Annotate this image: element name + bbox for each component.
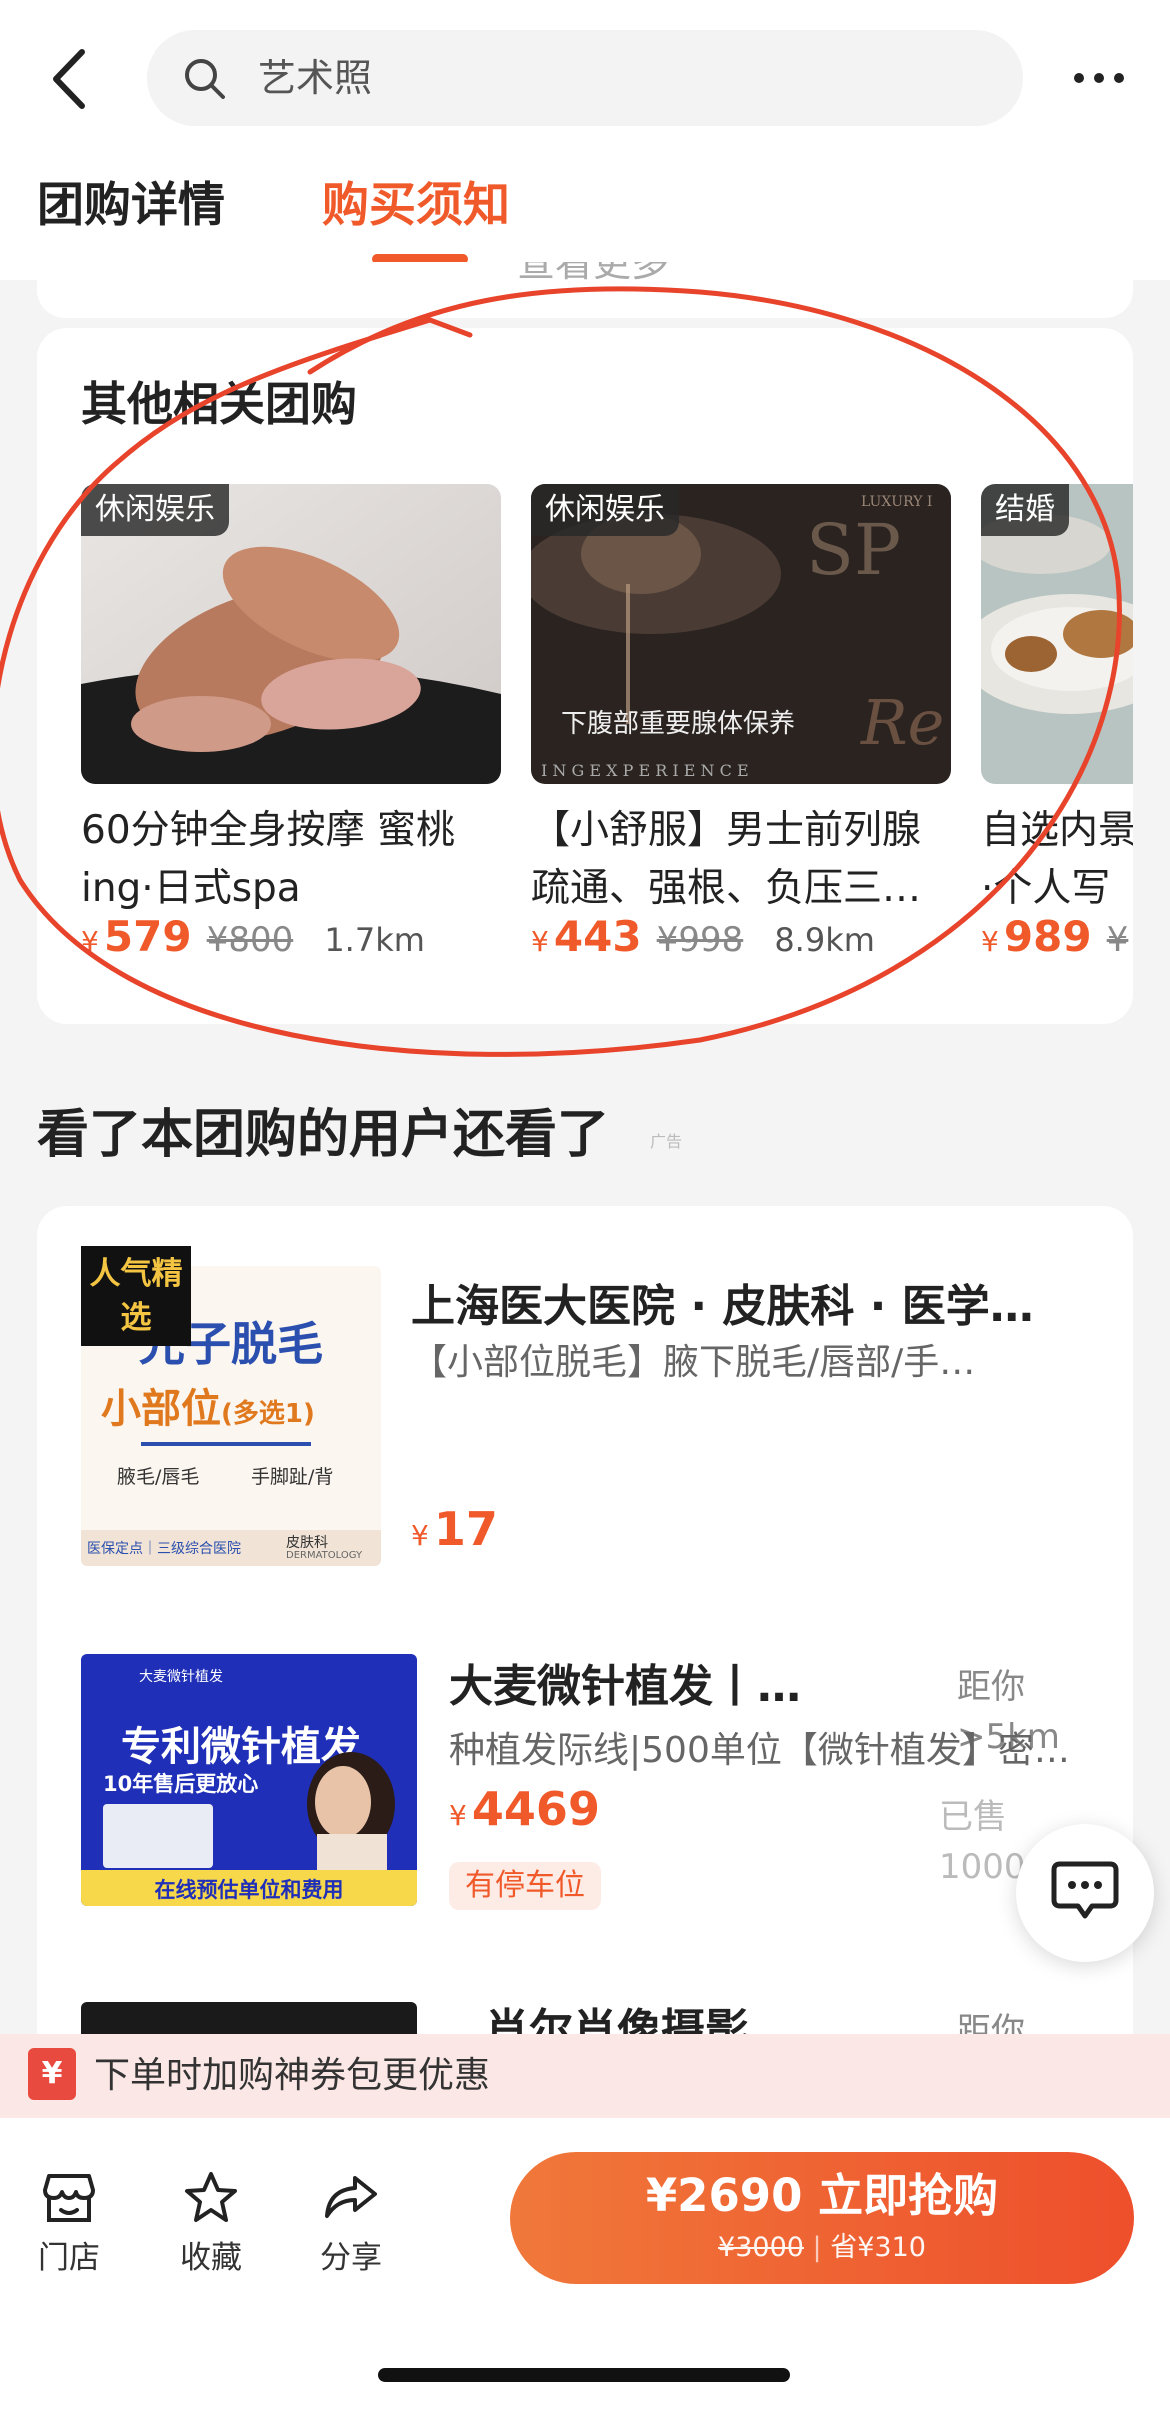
image-script-text: Re [860, 686, 944, 759]
thumb-footer-en: DERMATOLOGY [286, 1550, 363, 1561]
category-tag: 休闲娱乐 [81, 484, 229, 536]
thumb-option-1: 腋毛/唇毛 [117, 1466, 200, 1488]
item-title: 大麦微针植发丨… [449, 1661, 801, 1712]
more-icon[interactable] [1072, 68, 1126, 88]
price-row: ¥ 579 ¥800 1.7km [81, 912, 541, 972]
home-indicator [378, 2368, 790, 2382]
price: 17 [433, 1502, 498, 1556]
item-thumbnail: 大麦微针植发 专利微针植发 10年售后更放心 在线预估单位和费用 [81, 1654, 417, 1906]
thumb-footer-text: 医保定点｜三级综合医院 [87, 1541, 241, 1557]
item-title: 上海医大医院 · 皮肤科 · 医学… [411, 1281, 1034, 1332]
thumb-footer-text: 在线预估单位和费用 [154, 1878, 344, 1902]
image-top-text: LUXURY I [861, 494, 932, 510]
thumb-brand: 大麦微针植发 [139, 1669, 223, 1685]
customer-service-button[interactable] [1016, 1824, 1154, 1962]
others-viewed-title: 看了本团购的用户还看了 [37, 1105, 610, 1165]
tab-group-detail[interactable]: 团购详情 [37, 176, 225, 236]
related-item-image: SP LUXURY I 下腹部重要腺体保养 Re I N G E X P E R… [531, 484, 951, 784]
currency-symbol: ¥ [981, 925, 999, 958]
distance: 1.7km [324, 921, 425, 959]
item-subtitle: 种植发际线|500单位【微针植发】密… [449, 1730, 1070, 1771]
price: 443 [553, 912, 642, 961]
related-item-image: 休闲娱乐 [81, 484, 501, 784]
distance: 8.9km [774, 921, 875, 959]
image-caption: 下腹部重要腺体保养 [561, 709, 795, 739]
coupon-text: 下单时加购神券包更优惠 [94, 2055, 491, 2096]
related-item-name: 自选内景·个人写真 [981, 808, 1133, 911]
image-bottom-text: I N G E X P E R I E N C E [541, 761, 749, 780]
star-icon [185, 2172, 237, 2222]
currency-symbol: ¥ [411, 1519, 429, 1552]
list-item[interactable]: 大麦微针植发 专利微针植发 10年售后更放心 在线预估单位和费用 大麦微针植发丨… [81, 1654, 1091, 1914]
thumb-line2-main: 小部位 [101, 1386, 221, 1432]
back-arrow-icon[interactable] [44, 44, 100, 114]
item-subtitle: 【小部位脱毛】腋下脱毛/唇部/手… [411, 1342, 976, 1383]
search-icon [185, 59, 225, 99]
view-more-link[interactable]: 查看更多 [517, 262, 669, 287]
currency-symbol: ¥ [81, 925, 99, 958]
top-bar: 艺术照 团购详情 购买须知 [0, 0, 1170, 280]
buy-main-text: ¥2690 立即抢购 [510, 2166, 1134, 2226]
price-row: ¥ 443 ¥998 8.9km [531, 912, 991, 972]
favorite-label: 收藏 [180, 2240, 242, 2276]
store-icon [43, 2174, 95, 2222]
tab-purchase-notice[interactable]: 购买须知 [322, 176, 510, 236]
buy-separator: | [812, 2232, 822, 2263]
list-item[interactable]: 光子脱毛 小部位(多选1) 腋毛/唇毛 手脚趾/背 医保定点｜三级综合医院 皮肤… [81, 1246, 1091, 1576]
currency-symbol: ¥ [449, 1799, 467, 1832]
thumb-line2: 10年售后更放心 [103, 1772, 259, 1796]
buy-now-button[interactable]: ¥2690 立即抢购 ¥3000 | 省¥310 [510, 2152, 1134, 2284]
price: 579 [103, 912, 192, 961]
buy-label: 立即抢购 [818, 2169, 999, 2222]
currency-symbol: ¥ [531, 925, 549, 958]
thumb-model-image [307, 1752, 395, 1874]
category-tag: 结婚 [981, 484, 1069, 536]
price-row: ¥ 989 ¥ [981, 912, 1133, 972]
original-price: ¥ [1106, 920, 1129, 960]
bottom-action-bar: 门店 收藏 分享 ¥2690 立即抢购 ¥3000 | 省¥310 [0, 2118, 1170, 2412]
image-brand-text: SP [806, 509, 901, 591]
previous-card-bottom: 查看更多 [37, 262, 1133, 318]
price: 989 [1003, 912, 1092, 961]
related-title: 其他相关团购 [81, 377, 357, 431]
search-query[interactable]: 艺术照 [258, 50, 372, 106]
original-price: ¥800 [206, 920, 294, 960]
favorite-button[interactable]: 收藏 [166, 2170, 256, 2280]
coupon-icon: ¥ [28, 2048, 76, 2100]
thumb-footer-dept: 皮肤科 [286, 1535, 328, 1551]
store-label: 门店 [38, 2240, 100, 2276]
share-button[interactable]: 分享 [306, 2170, 396, 2280]
buy-original-price: ¥3000 [718, 2232, 804, 2263]
popular-badge: 人气精选 [81, 1246, 191, 1346]
ad-mark: 广告 [650, 1132, 683, 1151]
category-tag: 休闲娱乐 [531, 484, 679, 536]
related-item-image: 结婚 [981, 484, 1133, 784]
thumb-line2: 小部位(多选1) [101, 1384, 381, 1439]
related-item-name: 60分钟全身按摩 蜜桃ing·日式spa [81, 808, 456, 911]
store-button[interactable]: 门店 [24, 2170, 114, 2280]
buy-sub-text: ¥3000 | 省¥310 [510, 2228, 1134, 2268]
share-icon [325, 2176, 377, 2218]
parking-tag: 有停车位 [449, 1862, 601, 1910]
thumb-option-2: 手脚趾/背 [251, 1466, 334, 1488]
thumb-certificate [103, 1804, 213, 1868]
thumb-line2-sub: (多选1) [221, 1399, 315, 1429]
price-row: ¥ 17 [411, 1502, 498, 1556]
coupon-banner[interactable]: ¥ 下单时加购神券包更优惠 [0, 2034, 1170, 2118]
chat-icon [1051, 1861, 1119, 1919]
price-row: ¥ 4469 [449, 1782, 600, 1836]
buy-price: ¥2690 [645, 2169, 803, 2222]
share-label: 分享 [320, 2240, 382, 2276]
price: 4469 [471, 1782, 600, 1836]
related-group-buys-card: 其他相关团购 休闲娱乐 60分钟全身按摩 蜜桃ing·日式spa ¥ 579 ¥… [37, 328, 1133, 1024]
original-price: ¥998 [656, 920, 744, 960]
thumb-divider [141, 1442, 311, 1446]
buy-savings: 省¥310 [830, 2232, 926, 2263]
related-item-name: 【小舒服】男士前列腺疏通、强根、负压三… [531, 808, 922, 911]
